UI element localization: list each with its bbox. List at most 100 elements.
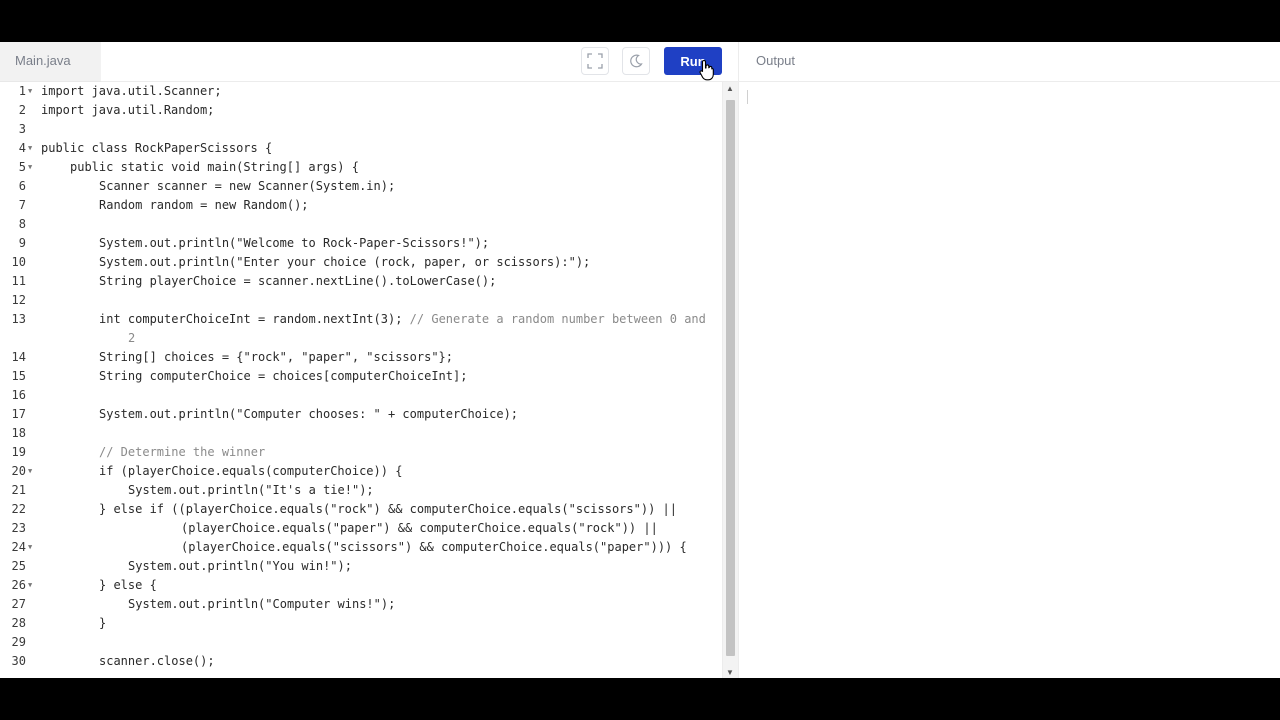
code-content: Scanner scanner = new Scanner(System.in)… — [99, 179, 396, 193]
fold-arrow-icon[interactable]: ▼ — [28, 538, 32, 557]
code-content: public static void main(String[] args) { — [70, 160, 359, 174]
code-text: System.out.println("Computer chooses: " … — [41, 405, 714, 424]
line-number: 5 — [18, 160, 26, 174]
code-text: System.out.println("Welcome to Rock-Pape… — [41, 234, 714, 253]
code-line[interactable]: 7 Random random = new Random(); — [0, 196, 722, 215]
code-line[interactable]: 4 ▼ public class RockPaperScissors { — [0, 139, 722, 158]
code-line[interactable]: 5 ▼ public static void main(String[] args)… — [0, 158, 722, 177]
code-content: String computerChoice = choices[computer… — [99, 369, 468, 383]
code-line[interactable]: 22 } else if ((playerChoice.equals("rock"… — [0, 500, 722, 519]
output-panel: Output — [738, 42, 1280, 678]
fullscreen-button[interactable] — [581, 47, 609, 75]
code-line[interactable]: 27 System.out.println("Computer wins!"); — [0, 595, 722, 614]
code-line[interactable]: 3 — [0, 120, 722, 139]
code-line[interactable]: 8 — [0, 215, 722, 234]
scroll-up-icon[interactable]: ▲ — [726, 84, 734, 93]
editor-scrollbar[interactable]: ▲ ▼ — [722, 82, 738, 678]
line-number: 16 — [11, 388, 26, 402]
fold-arrow-icon[interactable]: ▼ — [28, 158, 32, 177]
code-line[interactable]: 15 String computerChoice = choices[comput… — [0, 367, 722, 386]
code-line[interactable]: 18 — [0, 424, 722, 443]
code-comment-wrap: 2 — [128, 331, 136, 345]
code-line[interactable]: 29 — [0, 633, 722, 652]
line-number: 20 — [11, 464, 26, 478]
fold-arrow-icon[interactable]: ▼ — [28, 576, 32, 595]
code-line[interactable]: 16 — [0, 386, 722, 405]
code-text: scanner.close(); — [41, 652, 714, 671]
code-text: import java.util.Scanner; — [41, 82, 714, 101]
code-line[interactable]: 6 Scanner scanner = new Scanner(System.in… — [0, 177, 722, 196]
output-console-caret[interactable] — [747, 90, 748, 104]
code-text: Scanner scanner = new Scanner(System.in)… — [41, 177, 714, 196]
code-line[interactable]: 23 (playerChoice.equals("paper") && compu… — [0, 519, 722, 538]
fold-arrow-icon[interactable]: ▼ — [28, 462, 32, 481]
fold-arrow-icon[interactable]: ▼ — [28, 139, 32, 158]
code-comment: // Generate a random number between 0 an… — [409, 312, 706, 326]
code-line[interactable]: 21 System.out.println("It's a tie!"); — [0, 481, 722, 500]
output-header: Output — [739, 42, 1280, 82]
code-line[interactable]: 11 String playerChoice = scanner.nextLine… — [0, 272, 722, 291]
code-text: public class RockPaperScissors { — [41, 139, 714, 158]
file-tab-main-java[interactable]: Main.java — [0, 42, 101, 82]
code-line[interactable]: 12 — [0, 291, 722, 310]
line-number: 14 — [11, 350, 26, 364]
code-line[interactable]: 14 String[] choices = {"rock", "paper", "… — [0, 348, 722, 367]
code-line[interactable]: 19 // Determine the winner — [0, 443, 722, 462]
dark-mode-toggle[interactable] — [622, 47, 650, 75]
line-number: 1 — [18, 84, 26, 98]
code-line[interactable]: 10 System.out.println("Enter your choice … — [0, 253, 722, 272]
line-number: 22 — [11, 502, 26, 516]
code-line[interactable]: 30 scanner.close(); — [0, 652, 722, 671]
pointer-hand-icon — [699, 59, 714, 81]
code-line[interactable]: 9 System.out.println("Welcome to Rock-Pap… — [0, 234, 722, 253]
code-text: // Determine the winner — [41, 443, 714, 462]
code-text: } else if ((playerChoice.equals("rock") … — [41, 500, 714, 519]
code-comment: // Determine the winner — [99, 445, 266, 459]
line-number: 28 — [11, 616, 26, 630]
line-number: 30 — [11, 654, 26, 668]
code-content: System.out.println("Welcome to Rock-Pape… — [99, 236, 490, 250]
line-number: 29 — [11, 635, 26, 649]
output-title: Output — [756, 53, 796, 68]
code-content: import java.util.Scanner; — [41, 84, 222, 98]
code-text: System.out.println("It's a tie!"); — [41, 481, 714, 500]
code-content: System.out.println("Computer wins!"); — [128, 597, 396, 611]
code-content: int computerChoiceInt = random.nextInt(3… — [99, 312, 410, 326]
code-line[interactable]: 26 ▼ } else { — [0, 576, 722, 595]
code-content: String[] choices = {"rock", "paper", "sc… — [99, 350, 454, 364]
fullscreen-icon — [587, 53, 603, 69]
code-text: System.out.println("Computer wins!"); — [41, 595, 714, 614]
code-text: (playerChoice.equals("scissors") && comp… — [41, 538, 714, 557]
code-text: } else { — [41, 576, 714, 595]
code-content: Random random = new Random(); — [99, 198, 309, 212]
line-number: 3 — [18, 122, 26, 136]
code-line[interactable]: 24 ▼ (playerChoice.equals("scissors") && c… — [0, 538, 722, 557]
code-text: String computerChoice = choices[computer… — [41, 367, 714, 386]
code-line[interactable]: 13 int computerChoiceInt = random.nextInt… — [0, 310, 722, 348]
code-content: } else { — [99, 578, 157, 592]
code-text: (playerChoice.equals("paper") && compute… — [41, 519, 714, 538]
code-line[interactable]: 25 System.out.println("You win!"); — [0, 557, 722, 576]
code-text: import java.util.Random; — [41, 101, 714, 120]
code-editor[interactable]: 1 ▼ import java.util.Scanner; 2 import java.… — [0, 82, 738, 678]
line-number: 8 — [18, 217, 26, 231]
editor-toolbar: Main.java Run — [0, 42, 738, 82]
code-line[interactable]: 2 import java.util.Random; — [0, 101, 722, 120]
line-number: 13 — [11, 312, 26, 326]
code-line[interactable]: 20 ▼ if (playerChoice.equals(computerChoic… — [0, 462, 722, 481]
code-content: String playerChoice = scanner.nextLine()… — [99, 274, 497, 288]
fold-arrow-icon[interactable]: ▼ — [28, 82, 32, 101]
code-line[interactable]: 1 ▼ import java.util.Scanner; — [0, 82, 722, 101]
line-number: 26 — [11, 578, 26, 592]
code-text: String[] choices = {"rock", "paper", "sc… — [41, 348, 714, 367]
code-text: if (playerChoice.equals(computerChoice))… — [41, 462, 714, 481]
code-line[interactable]: 17 System.out.println("Computer chooses: … — [0, 405, 722, 424]
code-content: (playerChoice.equals("paper") && compute… — [181, 521, 658, 535]
line-number: 19 — [11, 445, 26, 459]
scroll-down-icon[interactable]: ▼ — [726, 668, 734, 677]
scrollbar-thumb[interactable] — [726, 100, 735, 656]
line-number: 12 — [11, 293, 26, 307]
code-content: System.out.println("Enter your choice (r… — [99, 255, 591, 269]
code-text: Random random = new Random(); — [41, 196, 714, 215]
code-line[interactable]: 28} — [0, 614, 722, 633]
